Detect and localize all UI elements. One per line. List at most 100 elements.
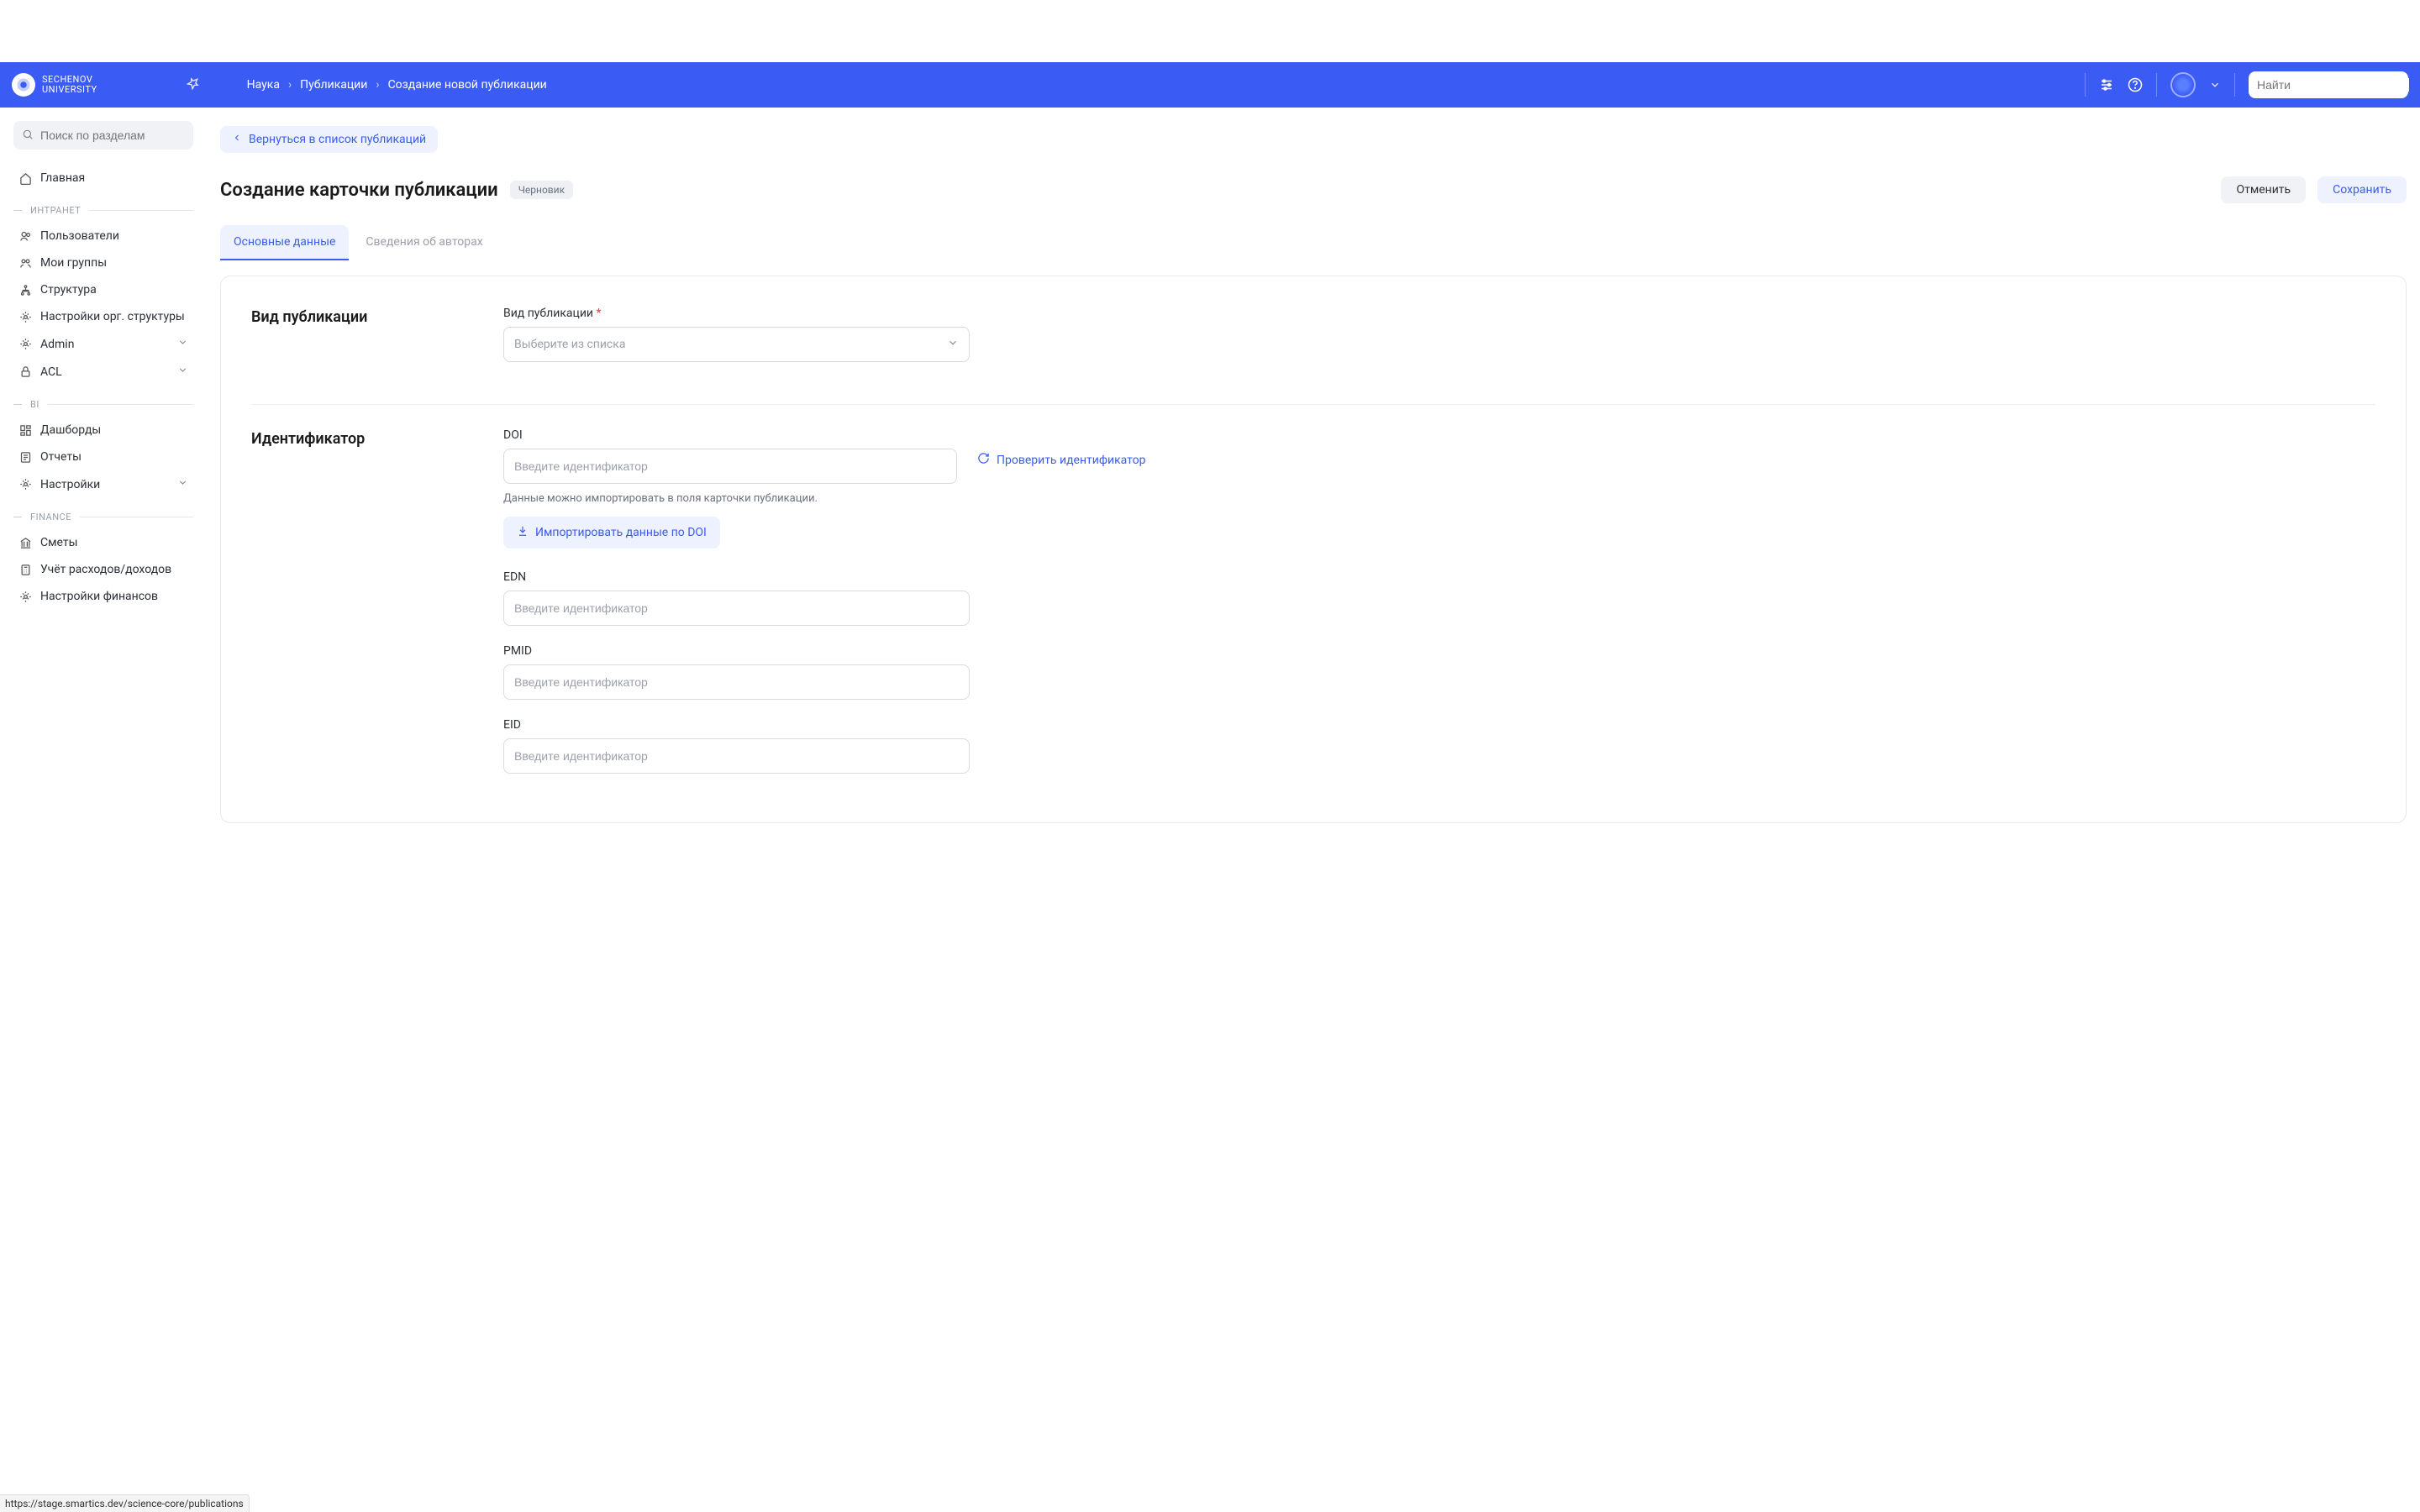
users-icon [18, 230, 32, 243]
sidebar-item-label: Настройки [40, 478, 100, 491]
sidebar-item[interactable]: Структура [13, 276, 193, 303]
sidebar-search-input[interactable] [40, 129, 192, 142]
report-icon [18, 451, 32, 464]
tab-main-data[interactable]: Основные данные [220, 225, 349, 260]
doi-hint: Данные можно импортировать в поля карточ… [503, 492, 957, 505]
breadcrumb-link[interactable]: Наука [247, 78, 280, 92]
import-doi-button[interactable]: Импортировать данные по DOI [503, 517, 720, 549]
help-icon[interactable] [2128, 77, 2143, 92]
sidebar-item-label: Учёт расходов/доходов [40, 563, 171, 576]
publication-type-select[interactable]: Выберите из списка [503, 327, 970, 362]
chevron-right-icon: › [376, 78, 379, 92]
breadcrumb-link[interactable]: Публикации [300, 78, 367, 92]
sidebar-item[interactable]: Мои группы [13, 249, 193, 276]
lock-icon [18, 365, 32, 378]
sidebar-item[interactable]: Дашборды [13, 417, 193, 444]
sidebar-item-label: Главная [40, 171, 85, 185]
status-bar-url: https://stage.smartics.dev/science-core/… [0, 1494, 250, 1512]
gear-icon [18, 311, 32, 323]
sidebar-item-label: Admin [40, 338, 74, 351]
page-title: Создание карточки публикации [220, 180, 498, 201]
search-icon[interactable] [2409, 76, 2420, 93]
logo[interactable]: SECHENOV UNIVERSITY [12, 73, 97, 97]
tab-authors[interactable]: Сведения об авторах [352, 225, 496, 260]
gear-icon [18, 478, 32, 491]
sidebar: Главная ИНТРАНЕТ Пользователи Мои группы Ст… [0, 108, 207, 1512]
sidebar-item[interactable]: Настройки орг. структуры [13, 303, 193, 330]
gear-icon [18, 338, 32, 350]
sidebar-item-label: Настройки финансов [40, 590, 158, 603]
sidebar-item-label: Настройки орг. структуры [40, 310, 185, 323]
eid-input[interactable] [514, 749, 959, 763]
refresh-icon [977, 452, 990, 468]
edn-input[interactable] [514, 601, 959, 615]
bank-icon [18, 537, 32, 549]
calc-icon [18, 564, 32, 576]
section-id-label: Идентификатор [251, 428, 470, 792]
global-search[interactable] [2249, 71, 2408, 98]
eid-label: EID [503, 718, 1167, 732]
download-icon [517, 525, 529, 540]
sidebar-item[interactable]: Пользователи [13, 223, 193, 249]
group-icon [18, 257, 32, 270]
status-badge: Черновик [510, 181, 573, 199]
chevron-right-icon: › [288, 78, 292, 92]
sitemap-icon [18, 284, 32, 297]
sidebar-section-header: FINANCE [13, 512, 193, 522]
sidebar-item-label: Отчеты [40, 450, 82, 464]
sidebar-section-header: BI [13, 399, 193, 410]
cancel-button[interactable]: Отменить [2221, 176, 2306, 203]
chevron-down-icon[interactable] [2209, 79, 2221, 91]
back-button[interactable]: Вернуться в список публикаций [220, 126, 438, 153]
gear-icon [18, 591, 32, 603]
sidebar-item-home[interactable]: Главная [13, 165, 193, 192]
sidebar-item-label: Пользователи [40, 229, 119, 243]
sidebar-item[interactable]: Настройки [13, 470, 193, 498]
breadcrumb-current: Создание новой публикации [388, 78, 547, 92]
logo-icon [12, 73, 35, 97]
divider [2234, 73, 2235, 97]
sidebar-item[interactable]: Сметы [13, 529, 193, 556]
settings-sliders-icon[interactable] [2099, 77, 2114, 92]
form-card: Вид публикации Вид публикации * Выберите… [220, 276, 2407, 823]
pmid-input[interactable] [514, 675, 959, 689]
chevron-down-icon [177, 477, 188, 491]
app-header: SECHENOV UNIVERSITY Наука › Публикации ›… [0, 62, 2420, 108]
edn-label: EDN [503, 570, 1167, 584]
home-icon [18, 172, 32, 185]
sidebar-item[interactable]: Отчеты [13, 444, 193, 470]
sidebar-item-label: Сметы [40, 536, 77, 549]
dashboard-icon [18, 424, 32, 437]
tabs: Основные данные Сведения об авторах [220, 225, 2407, 260]
verify-identifier-link[interactable]: Проверить идентификатор [977, 452, 1145, 468]
sidebar-search[interactable] [13, 121, 193, 150]
sidebar-item[interactable]: Настройки финансов [13, 583, 193, 610]
main-content: Вернуться в список публикаций Создание к… [207, 108, 2420, 1512]
save-button[interactable]: Сохранить [2317, 176, 2407, 203]
doi-label: DOI [503, 428, 957, 442]
chevron-down-icon [177, 365, 188, 379]
chevron-left-icon [232, 133, 242, 146]
sidebar-item-label: Мои группы [40, 256, 107, 270]
chevron-down-icon [177, 337, 188, 351]
sidebar-item-label: Дашборды [40, 423, 101, 437]
sidebar-item[interactable]: Admin [13, 330, 193, 358]
section-type-label: Вид публикации [251, 307, 470, 381]
doi-input-wrap [503, 449, 957, 484]
type-field-label: Вид публикации * [503, 307, 1167, 320]
divider [2156, 73, 2157, 97]
sidebar-item-label: Структура [40, 283, 97, 297]
divider [2085, 73, 2086, 97]
pmid-label: PMID [503, 644, 1167, 658]
sidebar-item[interactable]: ACL [13, 358, 193, 386]
sidebar-item[interactable]: Учёт расходов/доходов [13, 556, 193, 583]
doi-input[interactable] [514, 459, 946, 473]
logo-text: SECHENOV UNIVERSITY [42, 75, 97, 95]
global-search-input[interactable] [2257, 78, 2409, 92]
chevron-down-icon [947, 337, 959, 352]
search-icon [22, 128, 34, 144]
avatar[interactable] [2170, 72, 2196, 97]
sidebar-item-label: ACL [40, 365, 62, 379]
sidebar-section-header: ИНТРАНЕТ [13, 205, 193, 216]
pin-icon[interactable] [187, 76, 200, 93]
